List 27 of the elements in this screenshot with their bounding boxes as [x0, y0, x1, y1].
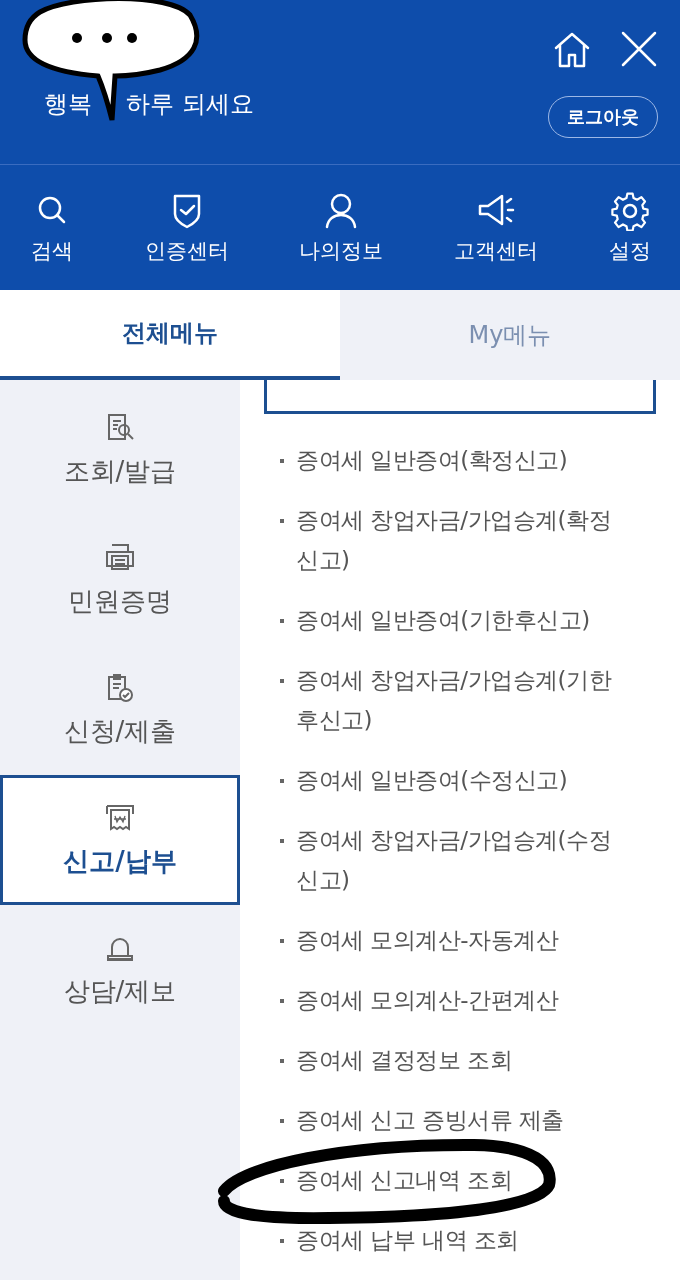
sidebar-item[interactable]: 신청/제출	[0, 645, 240, 775]
close-icon[interactable]	[620, 30, 658, 68]
menu-link[interactable]: 증여세 모의계산-자동계산	[296, 920, 559, 960]
quick-menu-button[interactable]: 나의정보	[299, 190, 383, 265]
menu-link[interactable]: 증여세 창업자금/가업승계(확정신고)	[296, 500, 630, 580]
quick-menu-button[interactable]: 검색	[30, 190, 74, 265]
quick-menu-button[interactable]: 고객센터	[453, 190, 538, 265]
menu-link[interactable]: 증여세 결정정보 조회	[296, 1040, 513, 1080]
menu-link[interactable]: 증여세 모의계산-간편계산	[296, 980, 559, 1020]
menu-link[interactable]: 증여세 창업자금/가업승계(수정신고)	[296, 820, 630, 900]
menu-link[interactable]: 증여세 일반증여(확정신고)	[296, 440, 568, 480]
quick-menu-button[interactable]: 설정	[608, 190, 652, 265]
sidebar-item[interactable]: 신고/납부	[0, 775, 240, 905]
settings-icon	[608, 190, 652, 231]
menu-link[interactable]: 증여세 창업자금/가업승계(기한후신고)	[296, 660, 630, 740]
quick-menu-button[interactable]: 인증센터	[144, 190, 229, 265]
greeting-text: 행복	[44, 89, 92, 120]
greeting-text: 하루 되세요	[126, 89, 254, 120]
menu-link[interactable]: 증여세 납부 내역 조회	[296, 1220, 519, 1260]
sidebar-item[interactable]: 조회/발급	[0, 385, 240, 515]
home-icon[interactable]	[552, 30, 592, 70]
menu-link[interactable]: 증여세 일반증여(수정신고)	[296, 760, 568, 800]
menu-link[interactable]: 증여세 신고 증빙서류 제출	[296, 1100, 564, 1140]
sidebar-item[interactable]: 상담/제보	[0, 905, 240, 1035]
menu-link[interactable]: 증여세 신고내역 조회	[296, 1160, 513, 1200]
menu-link[interactable]: 증여세 일반증여(기한후신고)	[296, 600, 590, 640]
sidebar-item[interactable]: 민원증명	[0, 515, 240, 645]
